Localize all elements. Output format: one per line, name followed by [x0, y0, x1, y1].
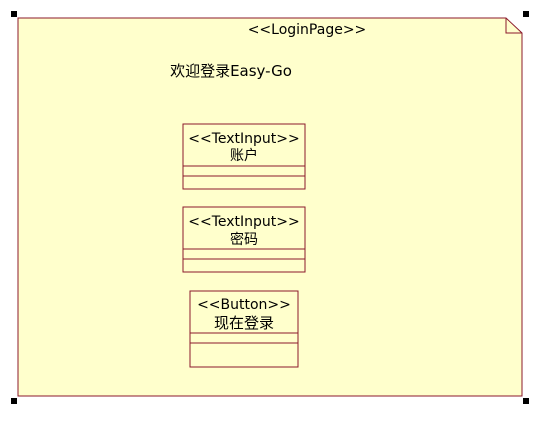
selection-handle-top-left[interactable] — [11, 11, 17, 17]
password-input-name: 密码 — [230, 231, 258, 248]
login-page-stereotype: <<LoginPage>> — [248, 22, 367, 38]
selection-handle-bottom-left[interactable] — [11, 398, 17, 404]
password-input-class[interactable]: <<TextInput>> 密码 — [182, 206, 306, 273]
welcome-text: 欢迎登录Easy-Go — [170, 62, 292, 80]
selection-handle-bottom-right[interactable] — [523, 398, 529, 404]
password-input-stereotype: <<TextInput>> — [188, 214, 300, 230]
selection-handle-top-right[interactable] — [523, 11, 529, 17]
login-button-name: 现在登录 — [214, 314, 274, 332]
account-input-class[interactable]: <<TextInput>> 账户 — [182, 123, 306, 190]
account-input-name: 账户 — [230, 147, 258, 164]
uml-diagram-canvas: <<LoginPage>> 欢迎登录Easy-Go <<TextInput>> … — [11, 11, 529, 404]
login-button-class[interactable]: <<Button>> 现在登录 — [189, 290, 299, 368]
account-input-stereotype: <<TextInput>> — [188, 131, 300, 147]
login-button-stereotype: <<Button>> — [197, 297, 291, 313]
